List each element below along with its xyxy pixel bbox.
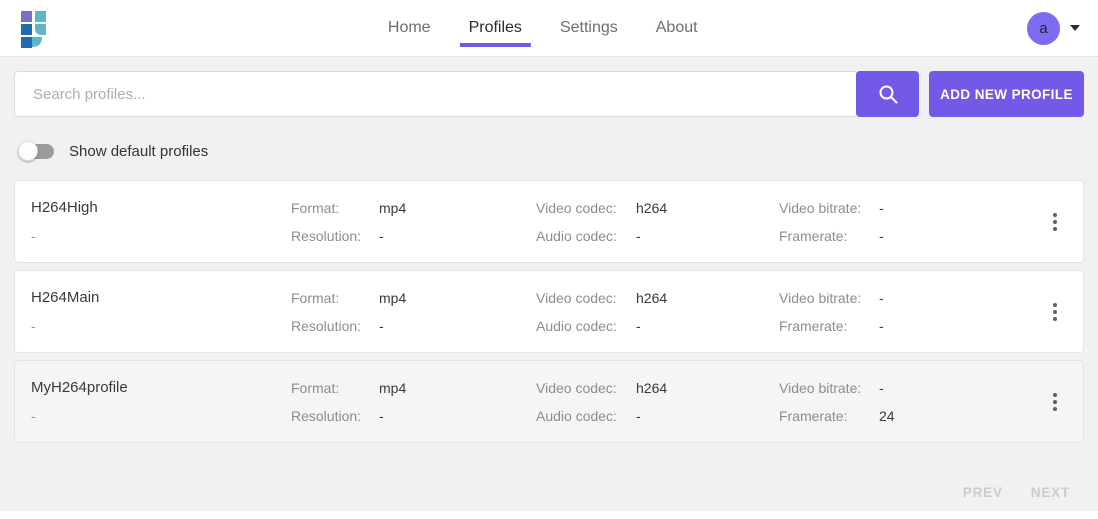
avatar[interactable]: a — [1027, 11, 1060, 45]
profile-subtitle: - — [31, 227, 36, 244]
profile-subtitle: - — [31, 317, 36, 334]
profile-name: H264Main — [31, 289, 100, 306]
add-new-profile-button[interactable]: ADD NEW PROFILE — [929, 71, 1084, 117]
video-codec-label: Video codec: — [536, 289, 617, 306]
nav-item-profiles[interactable]: Profiles — [459, 0, 532, 56]
search-row: ADD NEW PROFILE — [14, 71, 1084, 117]
search-button[interactable] — [856, 71, 919, 117]
audio-codec-value: - — [636, 407, 641, 424]
framerate-label: Framerate: — [779, 317, 848, 334]
video-bitrate-label: Video bitrate: — [779, 199, 862, 216]
profile-actions-menu-icon[interactable] — [1045, 385, 1065, 419]
main-content: ADD NEW PROFILE Show default profiles H2… — [0, 57, 1098, 500]
framerate-label: Framerate: — [779, 227, 848, 244]
pagination: PREV NEXT — [14, 485, 1084, 500]
framerate-label: Framerate: — [779, 407, 848, 424]
format-label: Format: — [291, 199, 340, 216]
profile-actions-menu-icon[interactable] — [1045, 295, 1065, 329]
profile-bitrate-column: Video bitrate: - Framerate: 24 — [779, 378, 1027, 426]
main-nav: Home Profiles Settings About — [386, 0, 700, 56]
app-logo-icon[interactable] — [18, 8, 58, 48]
format-value: mp4 — [379, 379, 407, 396]
toggle-label: Show default profiles — [69, 142, 209, 160]
video-codec-value: h264 — [636, 199, 668, 216]
profile-title-block: H264Main - — [31, 288, 291, 336]
profile-title-block: H264High - — [31, 198, 291, 246]
nav-item-about[interactable]: About — [654, 0, 700, 56]
resolution-value: - — [379, 227, 384, 244]
audio-codec-value: - — [636, 227, 641, 244]
profile-name: H264High — [31, 199, 98, 216]
format-value: mp4 — [379, 289, 407, 306]
profile-format-column: Format: mp4 Resolution: - — [291, 198, 536, 246]
search-input[interactable] — [14, 71, 856, 117]
profile-list: H264High - Format: mp4 Resolution: - Vid… — [14, 180, 1084, 443]
resolution-label: Resolution: — [291, 227, 362, 244]
video-codec-label: Video codec: — [536, 379, 617, 396]
profile-card[interactable]: H264Main - Format: mp4 Resolution: - Vid… — [14, 270, 1084, 353]
resolution-value: - — [379, 317, 384, 334]
resolution-value: - — [379, 407, 384, 424]
show-default-profiles-toggle-row: Show default profiles — [14, 141, 1084, 161]
footer-strip — [0, 511, 1098, 519]
nav-item-home[interactable]: Home — [386, 0, 433, 56]
audio-codec-label: Audio codec: — [536, 227, 617, 244]
video-bitrate-value: - — [879, 289, 884, 306]
user-area: a — [1027, 11, 1080, 45]
search-icon — [879, 85, 897, 104]
profile-subtitle: - — [31, 407, 36, 424]
audio-codec-value: - — [636, 317, 641, 334]
audio-codec-label: Audio codec: — [536, 407, 617, 424]
format-label: Format: — [291, 379, 340, 396]
prev-page-button[interactable]: PREV — [963, 485, 1003, 500]
header: Home Profiles Settings About a — [0, 0, 1098, 57]
resolution-label: Resolution: — [291, 317, 362, 334]
profile-bitrate-column: Video bitrate: - Framerate: - — [779, 198, 1027, 246]
profile-name: MyH264profile — [31, 379, 128, 396]
profile-codec-column: Video codec: h264 Audio codec: - — [536, 288, 779, 336]
format-label: Format: — [291, 289, 340, 306]
next-page-button[interactable]: NEXT — [1031, 485, 1070, 500]
show-default-profiles-toggle[interactable] — [18, 141, 54, 161]
video-codec-value: h264 — [636, 379, 668, 396]
format-value: mp4 — [379, 199, 407, 216]
video-bitrate-value: - — [879, 199, 884, 216]
video-codec-label: Video codec: — [536, 199, 617, 216]
video-bitrate-label: Video bitrate: — [779, 289, 862, 306]
profile-codec-column: Video codec: h264 Audio codec: - — [536, 198, 779, 246]
framerate-value: - — [879, 317, 884, 334]
toggle-knob — [18, 141, 38, 161]
profile-codec-column: Video codec: h264 Audio codec: - — [536, 378, 779, 426]
profile-title-block: MyH264profile - — [31, 378, 291, 426]
video-codec-value: h264 — [636, 289, 668, 306]
resolution-label: Resolution: — [291, 407, 362, 424]
framerate-value: 24 — [879, 407, 895, 424]
profile-bitrate-column: Video bitrate: - Framerate: - — [779, 288, 1027, 336]
audio-codec-label: Audio codec: — [536, 317, 617, 334]
profile-format-column: Format: mp4 Resolution: - — [291, 288, 536, 336]
profile-card[interactable]: MyH264profile - Format: mp4 Resolution: … — [14, 360, 1084, 443]
nav-item-settings[interactable]: Settings — [558, 0, 620, 56]
video-bitrate-label: Video bitrate: — [779, 379, 862, 396]
chevron-down-icon[interactable] — [1070, 25, 1080, 31]
video-bitrate-value: - — [879, 379, 884, 396]
framerate-value: - — [879, 227, 884, 244]
profile-card[interactable]: H264High - Format: mp4 Resolution: - Vid… — [14, 180, 1084, 263]
profile-actions-menu-icon[interactable] — [1045, 205, 1065, 239]
profile-format-column: Format: mp4 Resolution: - — [291, 378, 536, 426]
